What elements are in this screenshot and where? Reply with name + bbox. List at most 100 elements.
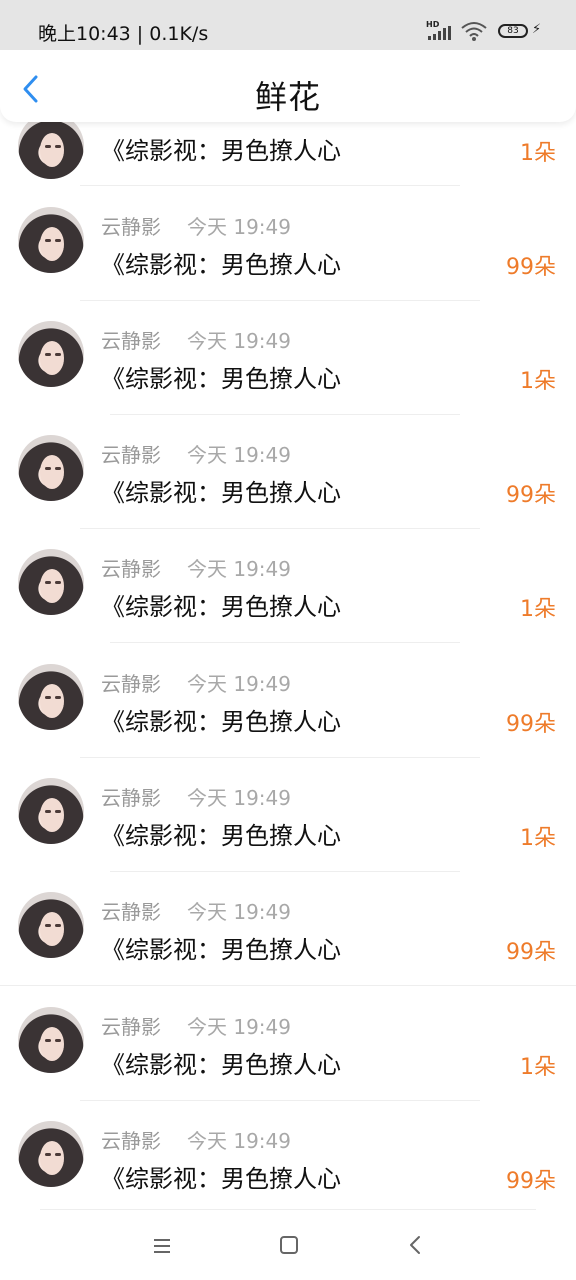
divider [110, 642, 460, 643]
book-title: 《综影视：男色撩人心 [101, 708, 341, 736]
avatar-face [40, 569, 64, 603]
battery-icon: 83 [498, 24, 528, 38]
flower-count: 1朵 [520, 141, 556, 166]
avatar-eye-left [45, 239, 51, 242]
book-title: 《综影视：男色撩人心 [101, 822, 341, 850]
divider [40, 1209, 536, 1210]
list-item[interactable]: 云静影 今天 19:49 《综影视：男色撩人心 1朵 [0, 758, 576, 872]
avatar-eye-right [55, 924, 61, 927]
avatar[interactable] [18, 664, 84, 730]
list-item[interactable]: 云静影 今天 19:49 《综影视：男色撩人心 99朵 [0, 1101, 576, 1215]
list-item[interactable]: 云静影 今天 19:49 《综影视：男色撩人心 99朵 [0, 187, 576, 301]
timestamp: 今天 19:49 [187, 786, 291, 810]
divider [80, 185, 460, 186]
flower-count: 99朵 [506, 712, 556, 737]
charging-icon: ⚡ [532, 22, 542, 37]
avatar-eye-left [45, 1153, 51, 1156]
avatar-eye-right [55, 1153, 61, 1156]
flower-count: 1朵 [520, 369, 556, 394]
avatar-eye-left [45, 353, 51, 356]
avatar-eye-right [55, 353, 61, 356]
avatar[interactable] [18, 435, 84, 501]
avatar[interactable] [18, 892, 84, 958]
avatar[interactable] [18, 778, 84, 844]
flower-count: 99朵 [506, 940, 556, 965]
user-name: 云静影 [101, 1129, 161, 1153]
avatar-face [40, 227, 64, 261]
avatar-face [40, 1141, 64, 1175]
list-item[interactable]: 云静影 今天 19:49 《综影视：男色撩人心 1朵 [0, 301, 576, 415]
avatar-eye-right [55, 810, 61, 813]
header-bar: 鲜花 [0, 50, 576, 122]
avatar-face [40, 684, 64, 718]
user-name: 云静影 [101, 900, 161, 924]
avatar-eye-left [45, 1039, 51, 1042]
book-title: 《综影视：男色撩人心 [101, 1165, 341, 1193]
avatar-eye-right [55, 696, 61, 699]
avatar-eye-left [45, 467, 51, 470]
user-name: 云静影 [101, 443, 161, 467]
avatar[interactable] [18, 207, 84, 273]
avatar-eye-right [55, 581, 61, 584]
list-item[interactable]: 云静影 今天 19:49 《综影视：男色撩人心 99朵 [0, 415, 576, 529]
timestamp: 今天 19:49 [187, 215, 291, 239]
timestamp: 今天 19:49 [187, 672, 291, 696]
timestamp: 今天 19:49 [187, 1015, 291, 1039]
book-title: 《综影视：男色撩人心 [101, 365, 341, 393]
status-time: 晚上10:43 | 0.1K/s [38, 23, 209, 45]
avatar-eye-right [55, 1039, 61, 1042]
avatar[interactable] [18, 1007, 84, 1073]
avatar-eye-right [55, 239, 61, 242]
flower-count: 1朵 [520, 597, 556, 622]
flower-count: 99朵 [506, 483, 556, 508]
avatar-face [40, 798, 64, 832]
flower-count: 99朵 [506, 1169, 556, 1194]
book-title: 《综影视：男色撩人心 [101, 137, 341, 165]
status-bar: 晚上10:43 | 0.1K/s HD 83 ⚡ [0, 0, 576, 50]
avatar-eye-right [55, 145, 61, 148]
avatar-eye-left [45, 696, 51, 699]
avatar[interactable] [18, 1121, 84, 1187]
list-item[interactable]: 云静影 今天 19:49 《综影视：男色撩人心 1朵 [0, 529, 576, 643]
list-item[interactable]: 云静影 今天 19:49 《综影视：男色撩人心 1朵 [0, 987, 576, 1101]
user-name: 云静影 [101, 786, 161, 810]
wifi-icon [461, 22, 487, 41]
flower-list[interactable]: 《综影视：男色撩人心 1朵 云静影 今天 19:49 《综影视：男色撩人心 99… [0, 0, 576, 1280]
timestamp: 今天 19:49 [187, 329, 291, 353]
flower-count: 1朵 [520, 826, 556, 851]
book-title: 《综影视：男色撩人心 [101, 936, 341, 964]
list-item[interactable]: 云静影 今天 19:49 《综影视：男色撩人心 99朵 [0, 872, 576, 986]
avatar-eye-left [45, 924, 51, 927]
flower-count: 1朵 [520, 1055, 556, 1080]
avatar-eye-left [45, 581, 51, 584]
user-name: 云静影 [101, 672, 161, 696]
avatar-face [40, 341, 64, 375]
menu-icon[interactable] [152, 1236, 172, 1256]
back-icon[interactable] [408, 1234, 422, 1256]
signal-icon [428, 26, 451, 40]
divider [0, 985, 576, 986]
avatar-face [40, 455, 64, 489]
timestamp: 今天 19:49 [187, 557, 291, 581]
timestamp: 今天 19:49 [187, 443, 291, 467]
timestamp: 今天 19:49 [187, 900, 291, 924]
home-icon[interactable] [280, 1236, 298, 1254]
user-name: 云静影 [101, 215, 161, 239]
book-title: 《综影视：男色撩人心 [101, 1051, 341, 1079]
avatar[interactable] [18, 549, 84, 615]
avatar-eye-left [45, 810, 51, 813]
avatar[interactable] [18, 113, 84, 179]
timestamp: 今天 19:49 [187, 1129, 291, 1153]
flower-count: 99朵 [506, 255, 556, 280]
book-title: 《综影视：男色撩人心 [101, 593, 341, 621]
avatar[interactable] [18, 321, 84, 387]
status-icons: HD 83 ⚡ [426, 0, 576, 50]
book-title: 《综影视：男色撩人心 [101, 479, 341, 507]
book-title: 《综影视：男色撩人心 [101, 251, 341, 279]
list-item[interactable]: 云静影 今天 19:49 《综影视：男色撩人心 99朵 [0, 644, 576, 758]
avatar-eye-right [55, 467, 61, 470]
user-name: 云静影 [101, 557, 161, 581]
system-nav-bar [0, 1214, 576, 1280]
avatar-face [40, 1027, 64, 1061]
user-name: 云静影 [101, 1015, 161, 1039]
